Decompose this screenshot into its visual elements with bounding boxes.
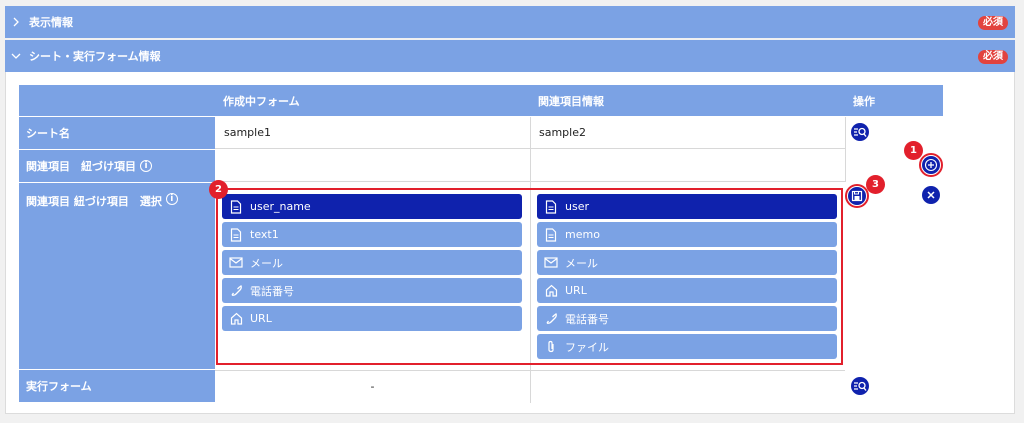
search-sheet-button[interactable] xyxy=(851,123,869,141)
exec-form-value: - xyxy=(215,370,530,402)
search-list-icon xyxy=(854,381,867,391)
column-divider xyxy=(845,117,846,182)
info-icon[interactable]: i xyxy=(140,160,152,172)
section-title: シート・実行フォーム情報 xyxy=(29,50,161,63)
chevron-down-icon xyxy=(11,51,21,61)
required-badge: 必須 xyxy=(978,16,1008,30)
sheet-name-form-value: sample1 xyxy=(215,117,530,149)
row-label-link-items: 関連項目 紐づけ項目 i xyxy=(19,150,215,182)
remove-link-button[interactable] xyxy=(922,186,940,204)
header-operation: 操作 xyxy=(845,85,943,116)
info-icon[interactable]: i xyxy=(165,193,178,205)
exec-form-related-value xyxy=(530,370,845,402)
header-blank xyxy=(19,85,215,116)
row-label-exec-form: 実行フォーム xyxy=(19,370,215,402)
header-creating-form: 作成中フォーム xyxy=(215,85,530,116)
section-title: 表示情報 xyxy=(29,16,73,29)
annotation-ring xyxy=(919,153,943,177)
search-list-icon xyxy=(854,127,867,137)
sheet-name-related-value: sample2 xyxy=(530,117,845,149)
chevron-right-icon xyxy=(11,17,21,27)
annotation-badge: 1 xyxy=(904,141,923,160)
section-header-display-info[interactable]: 表示情報 必須 xyxy=(5,6,1015,38)
row-label-sheet-name: シート名 xyxy=(19,117,215,149)
required-badge: 必須 xyxy=(978,50,1008,64)
annotation-badge: 3 xyxy=(866,175,885,194)
section-header-sheet-form-info[interactable]: シート・実行フォーム情報 必須 xyxy=(5,40,1015,72)
annotation-ring xyxy=(845,184,869,208)
row-label-link-select: 関連項目 紐づけ項目 選択 i xyxy=(19,183,215,369)
search-exec-form-button[interactable] xyxy=(851,377,869,395)
link-items-related-value xyxy=(530,150,845,182)
close-icon xyxy=(927,191,935,199)
annotation-badge: 2 xyxy=(209,180,228,199)
link-items-form-value xyxy=(215,150,530,182)
header-related-info: 関連項目情報 xyxy=(530,85,845,116)
annotation-box xyxy=(216,188,843,365)
